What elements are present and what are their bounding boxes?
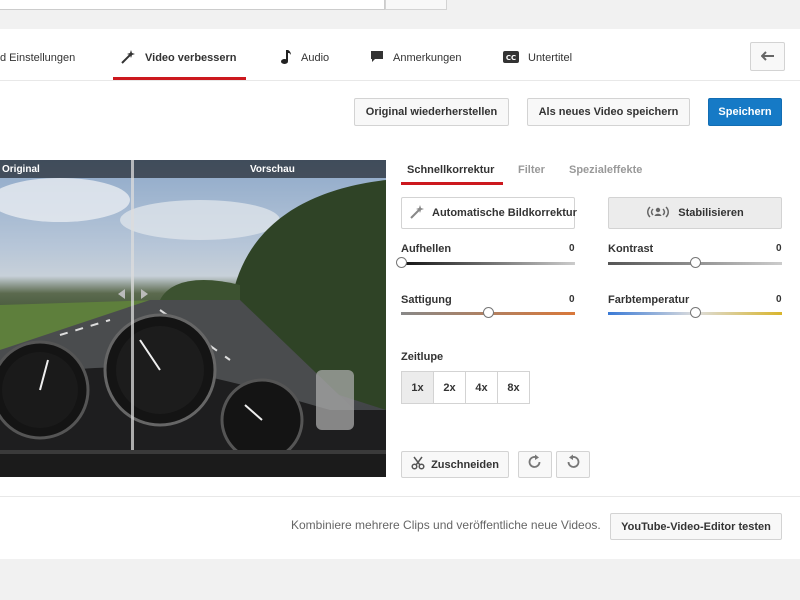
stabilize-icon [646,205,670,222]
tab-label: Audio [301,52,330,64]
crop-label: Zuschneiden [431,458,499,471]
contrast-slider-handle[interactable] [690,257,701,268]
brightness-value: 0 [569,243,575,254]
back-button[interactable] [750,42,785,71]
back-arrow-icon [760,49,775,64]
slow-motion-label: Zeitlupe [401,351,444,363]
closed-captions-icon: CC [503,50,519,66]
video-header [0,160,386,178]
tab-label: Untertitel [528,52,573,64]
tab-special-effects[interactable]: Spezialeffekte [569,164,642,176]
stabilize-label: Stabilisieren [678,207,744,219]
save-button[interactable]: Speichern [708,98,782,126]
auto-fix-label: Automatische Bildkorrektur [432,207,577,219]
stabilize-button[interactable]: Stabilisieren [608,197,782,229]
speed-option-4x[interactable]: 4x [465,371,498,404]
tab-enhance-video[interactable]: Video verbessern [120,44,237,72]
color-temperature-slider-handle[interactable] [690,307,701,318]
color-temperature-label: Farbtemperatur [608,294,690,306]
saturation-slider-handle[interactable] [483,307,494,318]
video-controls-bar[interactable] [0,450,386,477]
brightness-label: Aufhellen [401,243,452,255]
crop-button[interactable]: Zuschneiden [401,451,509,478]
tab-label: d Einstellungen [0,52,76,64]
contrast-value: 0 [776,243,782,254]
active-panel-tab-indicator [401,182,503,185]
tab-subtitles[interactable]: CC Untertitel [503,44,572,72]
scissors-icon [411,456,425,473]
saturation-label: Sattigung [401,294,452,306]
rotate-left-button[interactable] [556,451,590,478]
search-button[interactable] [385,0,447,10]
footer-promo-text: Kombiniere mehrere Clips und veröffentli… [291,518,601,532]
comparison-divider[interactable] [131,160,134,450]
brightness-slider-track[interactable] [401,262,575,265]
saturation-value: 0 [569,294,575,305]
original-label: Original [2,164,40,175]
save-as-new-video-button[interactable]: Als neues Video speichern [527,98,690,126]
tab-filters[interactable]: Filter [518,164,545,176]
rotate-left-icon [565,454,581,475]
contrast-label: Kontrast [608,243,654,255]
try-video-editor-button[interactable]: YouTube-Video-Editor testen [610,513,782,540]
tab-quick-fixes[interactable]: Schnellkorrektur [407,164,494,176]
brightness-slider-handle[interactable] [396,257,407,268]
tab-label: Anmerkungen [393,52,462,64]
tab-audio[interactable]: Audio [280,44,329,72]
tab-settings[interactable]: d Einstellungen [0,44,75,72]
slow-motion-speed-group: 1x 2x 4x 8x [401,371,530,404]
search-input[interactable] [0,0,385,10]
restore-original-button[interactable]: Original wiederherstellen [354,98,509,126]
preview-label: Vorschau [250,164,295,175]
tab-annotations[interactable]: Anmerkungen [370,44,462,72]
svg-text:CC: CC [506,54,516,62]
speed-option-2x[interactable]: 2x [433,371,466,404]
magic-wand-icon [120,49,136,68]
color-temperature-value: 0 [776,294,782,305]
tab-label: Video verbessern [145,52,237,64]
speed-option-8x[interactable]: 8x [497,371,530,404]
speed-option-1x[interactable]: 1x [401,371,434,404]
footer-divider [0,496,800,497]
split-drag-handle-icon[interactable] [116,287,150,305]
auto-fix-button[interactable]: Automatische Bildkorrektur [401,197,577,229]
video-frame [0,160,386,450]
active-tab-indicator [113,77,246,80]
speech-bubble-icon [370,50,384,66]
rotate-right-button[interactable] [518,451,552,478]
video-preview[interactable]: Original Vorschau [0,160,386,477]
rotate-right-icon [527,454,543,475]
magic-wand-icon [409,204,425,223]
music-note-icon [280,49,292,68]
